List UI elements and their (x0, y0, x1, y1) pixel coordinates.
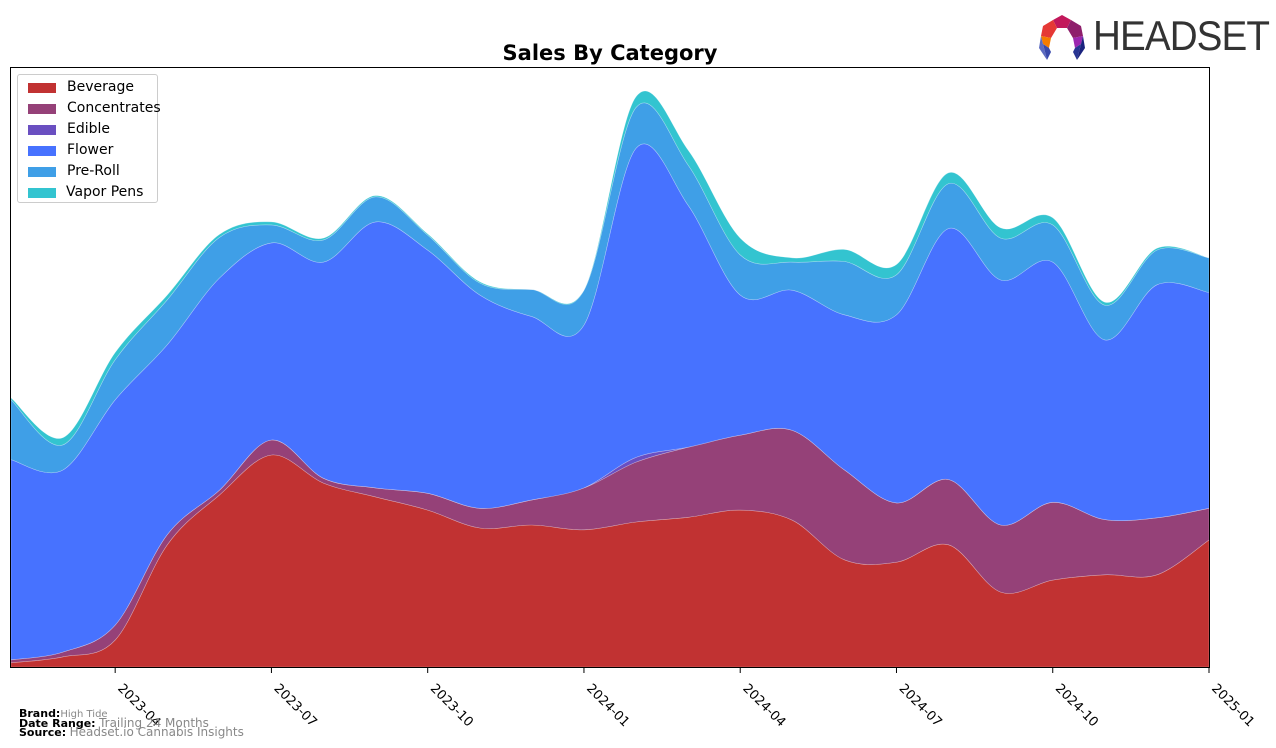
legend-swatch-edible (28, 125, 56, 135)
x-tick-label: 2023-10 (427, 681, 476, 730)
headset-logo: HEADSET (1037, 12, 1270, 62)
footer-source-label: Source: (19, 726, 67, 739)
footer-source: Source: Headset.io Cannabis Insights (19, 725, 244, 739)
legend-swatch-flower (28, 146, 56, 156)
legend-swatch-concentrates (28, 104, 56, 114)
legend-item-edible: Edible (23, 119, 158, 140)
legend-item-concentrates: Concentrates (23, 98, 161, 119)
x-axis-ticks: 2023-04 2023-07 2023-10 2024-01 2024-04 2024-… (114, 668, 1257, 730)
legend-swatch-pre-roll (28, 167, 56, 177)
headset-logo-icon (1039, 15, 1085, 60)
legend-item-pre-roll: Pre-Roll (23, 161, 158, 182)
legend-label: Pre-Roll (67, 163, 120, 179)
x-tick-label: 2025-01 (1208, 681, 1257, 730)
legend-label: Beverage (67, 79, 134, 95)
x-tick-label: 2024-10 (1052, 681, 1101, 730)
legend-label: Concentrates (67, 100, 161, 116)
x-tick-label: 2024-04 (739, 681, 788, 730)
x-tick-label: 2024-01 (583, 681, 632, 730)
x-tick-label: 2024-07 (896, 681, 945, 730)
legend-item-flower: Flower (23, 140, 158, 161)
stacked-areas (10, 90, 1210, 668)
footer-source-value: Headset.io Cannabis Insights (69, 725, 244, 739)
chart-title: Sales By Category (503, 41, 718, 65)
legend-item-beverage: Beverage (23, 77, 158, 98)
legend-label: Edible (67, 121, 111, 137)
x-tick-label: 2023-07 (271, 681, 320, 730)
legend: Beverage Concentrates Edible Flower Pre-… (17, 74, 161, 203)
legend-label: Vapor Pens (66, 184, 144, 200)
legend-swatch-vapor-pens (28, 188, 56, 198)
sales-by-category-chart: Sales By Category 2023-04 2023-07 2023-10 2… (10, 41, 1257, 730)
headset-logo-text: HEADSET (1093, 12, 1270, 59)
legend-label: Flower (67, 142, 114, 158)
legend-item-vapor-pens: Vapor Pens (23, 182, 158, 203)
legend-swatch-beverage (28, 83, 56, 93)
